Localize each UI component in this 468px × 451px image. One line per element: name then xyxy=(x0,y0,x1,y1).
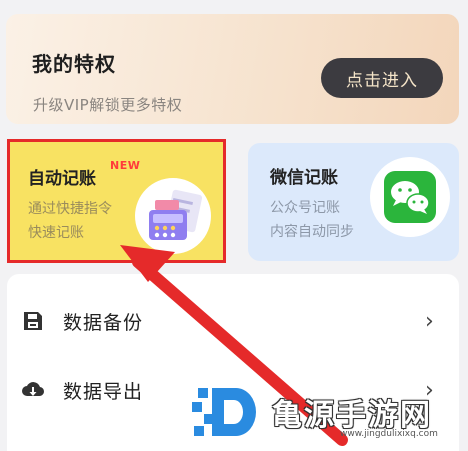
watermark-logo-icon xyxy=(192,388,256,436)
site-watermark: 亀源手游网 www.jingdulixixq.com xyxy=(190,382,462,442)
watermark-text: 亀源手游网 xyxy=(272,398,432,433)
watermark-url: www.jingdulixixq.com xyxy=(340,429,438,439)
